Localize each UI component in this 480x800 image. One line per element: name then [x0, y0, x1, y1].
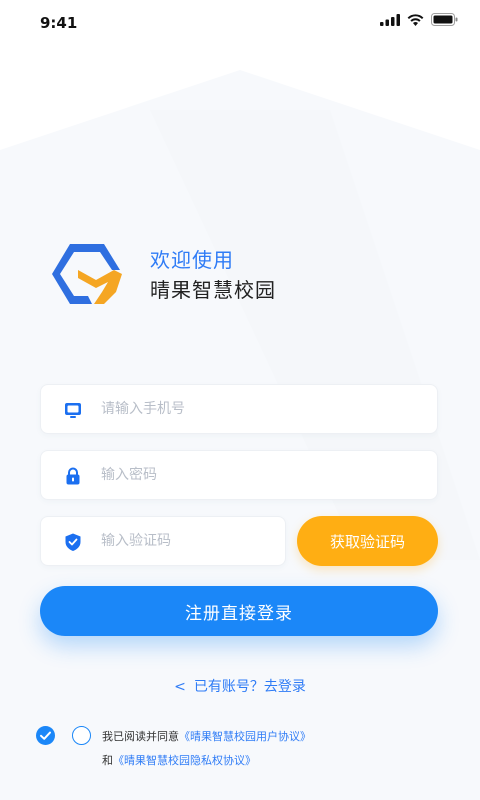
phone-field[interactable]	[40, 384, 438, 434]
status-bar: 9:41	[0, 0, 480, 44]
phone-icon	[65, 403, 81, 418]
password-field[interactable]	[40, 450, 438, 500]
shield-icon	[65, 533, 81, 551]
agreement-prefix: 我已阅读并同意	[102, 730, 179, 743]
agreement-line-1: 我已阅读并同意《晴果智慧校园用户协议》	[102, 728, 311, 744]
agreement-and: 和	[102, 754, 113, 767]
welcome-text: 欢迎使用	[150, 248, 234, 272]
battery-icon	[431, 13, 458, 26]
app-logo	[52, 244, 122, 304]
code-field[interactable]	[40, 516, 286, 566]
get-code-button[interactable]: 获取验证码	[297, 516, 438, 566]
checkmark-icon	[40, 731, 51, 740]
brand-header: 欢迎使用 晴果智慧校园	[48, 238, 348, 308]
status-icons	[380, 13, 458, 26]
agreement-line-2: 和《晴果智慧校园隐私权协议》	[102, 752, 256, 768]
lock-icon	[66, 467, 80, 485]
wifi-icon	[407, 13, 424, 26]
code-input[interactable]	[101, 517, 275, 565]
user-agreement-link[interactable]: 《晴果智慧校园用户协议》	[179, 730, 311, 743]
chevron-left-icon: <	[174, 679, 186, 695]
password-input[interactable]	[101, 451, 427, 499]
checked-icon[interactable]	[36, 726, 55, 745]
go-login-link[interactable]: < 已有账号？去登录	[0, 676, 480, 696]
signal-icon	[380, 13, 400, 26]
status-time: 9:41	[40, 14, 78, 32]
register-login-button[interactable]: 注册直接登录	[40, 586, 438, 636]
privacy-agreement-link[interactable]: 《晴果智慧校园隐私权协议》	[113, 754, 256, 767]
phone-input[interactable]	[101, 385, 427, 433]
go-login-label: 已有账号？去登录	[193, 679, 306, 695]
agree-checkbox[interactable]	[72, 726, 91, 745]
app-name: 晴果智慧校园	[150, 278, 276, 302]
